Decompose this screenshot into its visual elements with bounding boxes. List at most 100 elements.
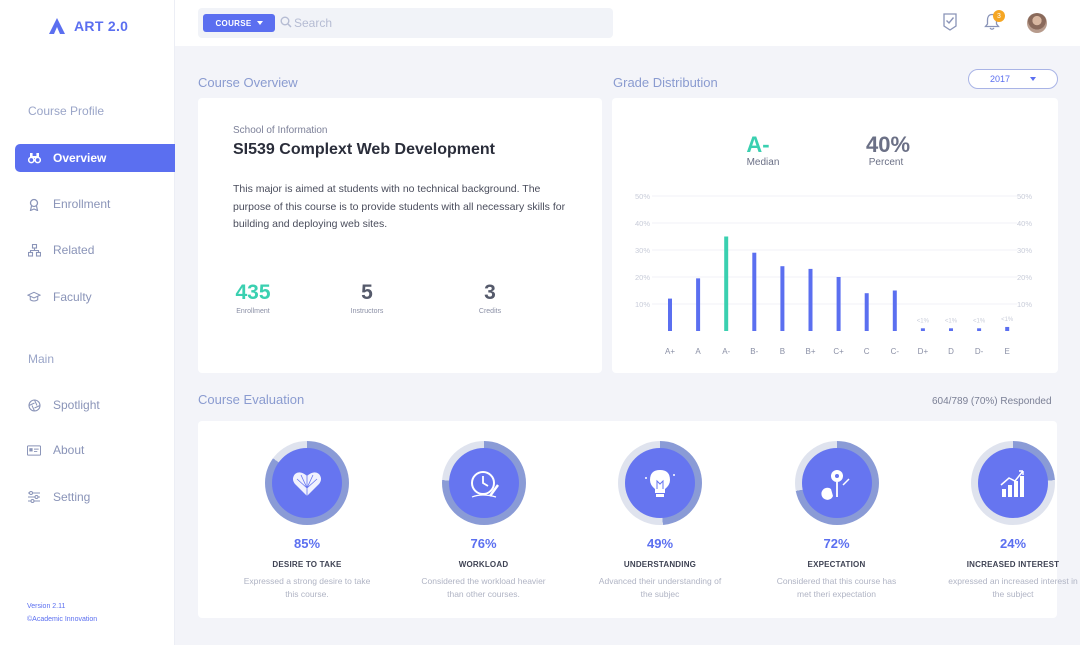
progress-ring (794, 441, 879, 525)
award-icon (27, 197, 41, 211)
sliders-icon (27, 490, 41, 504)
course-description: This major is aimed at students with no … (233, 183, 566, 230)
compass-icon (820, 470, 850, 500)
bar-cminus (892, 290, 897, 331)
checklist-icon[interactable] (943, 13, 957, 31)
sidebar-item-setting[interactable]: Setting (15, 483, 175, 511)
x-tick-label: A+ (665, 347, 675, 356)
notification-badge: 3 (993, 10, 1005, 22)
sidebar-section-main: Main (28, 352, 55, 366)
enrollment-label: Enrollment (236, 308, 270, 315)
x-tick-label: A- (722, 347, 730, 356)
median-grade-value: A- (746, 132, 769, 157)
sidebar-item-label: Setting (53, 490, 91, 504)
bar-data-label: <1% (917, 318, 930, 324)
progress-ring (441, 441, 526, 525)
x-tick-label: E (1005, 347, 1010, 356)
search-input[interactable] (294, 14, 594, 32)
evaluation-percent: 24% (999, 536, 1027, 551)
sidebar-section-course-profile: Course Profile (28, 104, 105, 118)
search-bar: COURSE (198, 8, 613, 38)
evaluation-icon-disc (801, 448, 872, 518)
y-tick-right: 50% (1017, 192, 1032, 201)
percent-label: Percent (869, 157, 904, 168)
credits-label: Credits (478, 308, 502, 315)
search-icon (280, 16, 292, 28)
x-tick-label: D+ (918, 347, 929, 356)
evaluation-percent: 72% (823, 536, 850, 551)
sidebar-item-faculty[interactable]: Faculty (15, 283, 175, 311)
id-card-icon (27, 443, 41, 457)
enrollment-value: 435 (235, 281, 271, 304)
x-tick-label: D- (975, 347, 984, 356)
aperture-icon (27, 398, 41, 412)
version-text: Version 2.11 (27, 603, 66, 610)
y-tick-left: 20% (635, 273, 650, 282)
evaluation-icon-disc (625, 448, 695, 518)
y-tick-left: 30% (635, 246, 650, 255)
evaluation-percent: 85% (293, 536, 321, 551)
sidebar-item-label: About (53, 443, 85, 457)
sidebar: ART 2.0 Course Profile Overview Enrollme… (0, 0, 175, 645)
sidebar-item-about[interactable]: About (15, 436, 175, 464)
percent-value: 40% (866, 132, 910, 157)
chevron-down-icon (256, 21, 263, 25)
app-name: ART 2.0 (74, 18, 129, 34)
x-tick-label: B (780, 347, 785, 356)
chevron-down-icon (1030, 77, 1037, 81)
school-name: School of Information (233, 125, 328, 136)
bar-b (780, 266, 785, 331)
sidebar-item-label: Faculty (53, 290, 92, 304)
sidebar-item-enrollment[interactable]: Enrollment (15, 190, 175, 218)
y-tick-right: 10% (1017, 300, 1032, 309)
bar-dminus (977, 328, 982, 331)
median-grade-label: Median (747, 157, 780, 168)
bar-d (949, 328, 953, 331)
graduation-cap-icon (27, 290, 41, 304)
progress-ring (971, 441, 1055, 525)
evaluation-icon-disc (272, 448, 342, 518)
y-tick-left: 40% (635, 219, 650, 228)
x-tick-label: C+ (833, 347, 844, 356)
x-tick-label: C- (891, 347, 900, 356)
course-overview-title: Course Overview (198, 75, 298, 90)
evaluation-percent: 76% (470, 536, 497, 551)
sidebar-item-overview[interactable]: Overview (15, 144, 175, 172)
sidebar-item-label: Related (53, 243, 95, 257)
course-evaluation-title: Course Evaluation (198, 392, 305, 407)
app-logo[interactable]: ART 2.0 (48, 17, 128, 35)
lightbulb-icon (645, 470, 675, 497)
bar-aminus (724, 236, 729, 331)
instructors-value: 5 (361, 281, 373, 304)
binoculars-icon (27, 151, 41, 165)
evaluation-description: Considered that this course has met ther… (776, 576, 897, 599)
evaluation-item: 24% INCREASED INTEREST expressed an increa… (925, 421, 1080, 601)
evaluation-title: WORKLOAD (458, 560, 509, 569)
year-select[interactable]: 2017 (968, 69, 1058, 89)
y-tick-left: 10% (635, 300, 650, 309)
bar-bminus (752, 252, 757, 331)
evaluation-title: INCREASED INTEREST (966, 560, 1060, 569)
evaluation-item: 76% WORKLOAD Considered the workload heavi… (396, 421, 572, 601)
bar-aplus (668, 298, 672, 331)
x-tick-label: B- (750, 347, 758, 356)
evaluation-title: UNDERSTANDING (623, 560, 697, 569)
sidebar-item-label: Enrollment (53, 197, 111, 211)
sidebar-item-related[interactable]: Related (15, 236, 175, 264)
avatar[interactable] (1027, 13, 1047, 33)
copyright-text: ©Academic Innovation (27, 616, 98, 623)
evaluation-title: DESIRE TO TAKE (272, 560, 342, 569)
bar-c (864, 293, 869, 331)
instructors-label: Instructors (350, 308, 384, 315)
clock-icon (470, 471, 499, 498)
grade-distribution-card: A- Median 40% Percent 10% 10% 20% 20% 30% 30% 40% 4… (612, 98, 1058, 373)
course-filter-dropdown[interactable]: COURSE (203, 14, 275, 32)
top-bar: COURSE 3 (175, 0, 1080, 46)
sidebar-item-label: Overview (53, 151, 107, 165)
bar-e (1005, 326, 1010, 331)
enrollment-stat: 435 Enrollment (220, 281, 286, 315)
sidebar-item-spotlight[interactable]: Spotlight (15, 391, 175, 419)
year-select-value: 2017 (989, 74, 1011, 84)
evaluation-item: 49% UNDERSTANDING Advanced their understan… (572, 421, 748, 601)
sidebar-item-label: Spotlight (53, 398, 100, 412)
